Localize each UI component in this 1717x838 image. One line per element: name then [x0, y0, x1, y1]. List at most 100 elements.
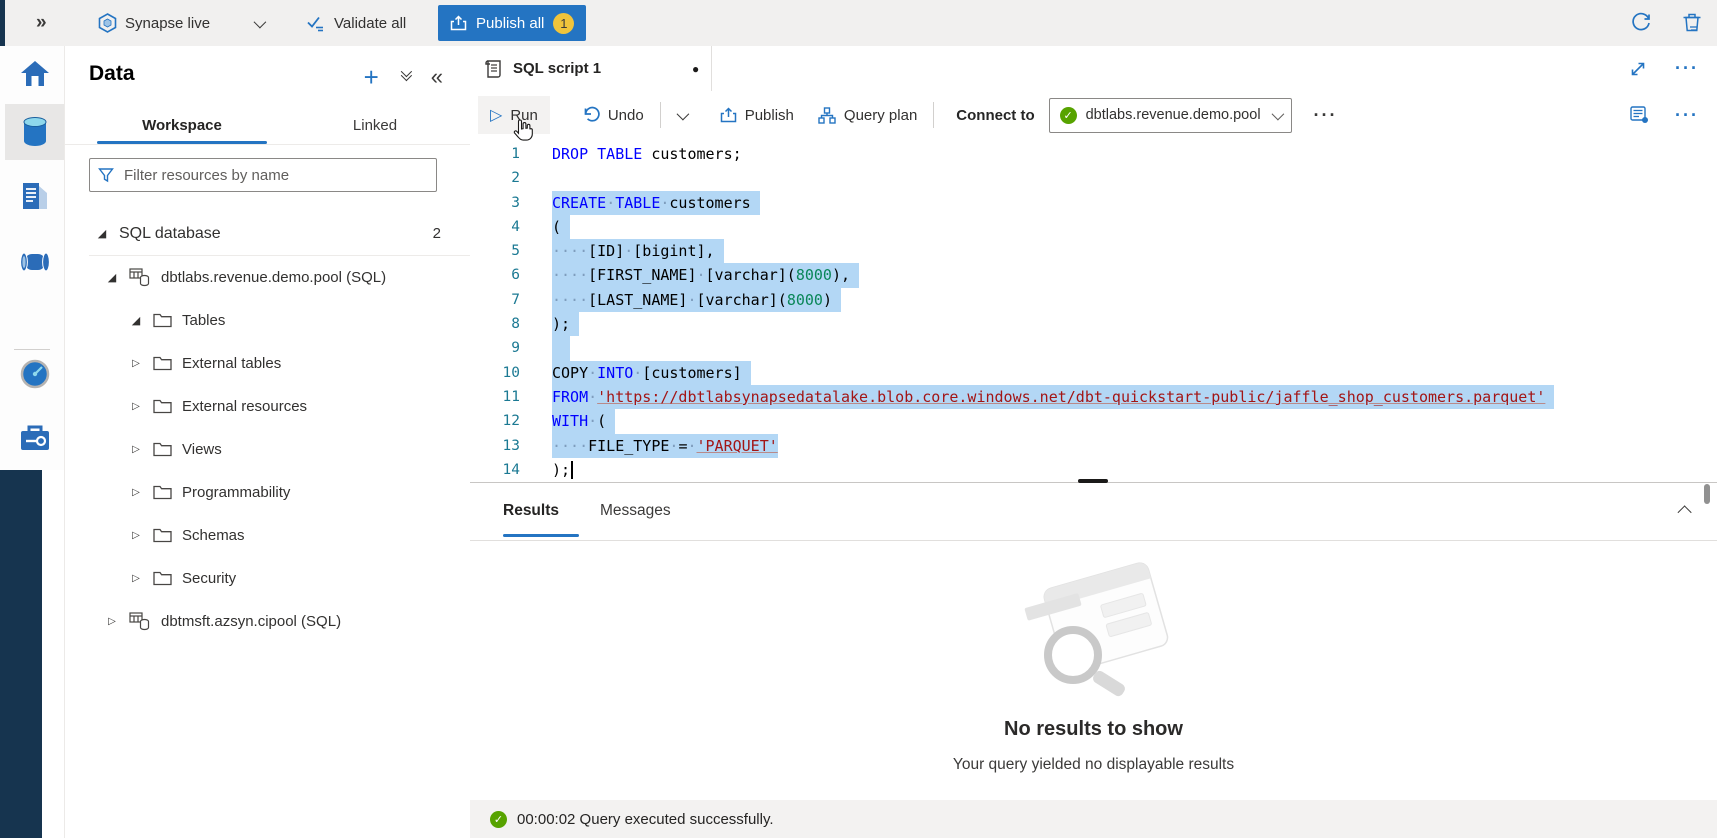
gauge-icon [19, 358, 51, 390]
tree-item-sql-database[interactable]: ◢ SQL database 2 [65, 212, 471, 255]
line-number[interactable]: 4 [470, 215, 520, 239]
expand-node-icon[interactable]: ▷ [129, 444, 143, 455]
code-line[interactable]: 1DROP TABLE customers; [470, 142, 1717, 166]
collapse-node-icon[interactable]: ◢ [129, 314, 143, 327]
code-line[interactable]: 11FROM·'https://dbtlabsynapsedatalake.bl… [470, 385, 1717, 409]
code-line[interactable]: 12WITH·( [470, 409, 1717, 433]
nav-monitor[interactable] [5, 346, 64, 402]
line-number[interactable]: 10 [470, 361, 520, 385]
expand-node-icon[interactable]: ▷ [129, 358, 143, 369]
code-line[interactable]: 5····[ID]·[bigint], [470, 239, 1717, 263]
query-plan-icon [818, 107, 836, 124]
tab-linked[interactable]: Linked [315, 106, 435, 144]
tab-workspace[interactable]: Workspace [97, 106, 267, 144]
tree-item-external-tables[interactable]: ▷ External tables [65, 342, 471, 385]
code-line[interactable]: 2 [470, 166, 1717, 190]
code-line[interactable]: 7····[LAST_NAME]·[varchar](8000) [470, 288, 1717, 312]
nav-home[interactable] [5, 46, 64, 102]
expand-editor-icon[interactable] [1629, 60, 1647, 78]
success-check-icon: ✓ [490, 811, 507, 828]
validate-check-icon [306, 14, 326, 32]
filter-input[interactable] [122, 166, 428, 185]
collapse-results-button[interactable] [1681, 503, 1691, 521]
tree-item-tables[interactable]: ◢ Tables [65, 299, 471, 342]
line-number[interactable]: 6 [470, 263, 520, 287]
code-line[interactable]: 3CREATE·TABLE·customers [470, 191, 1717, 215]
nav-data[interactable] [5, 104, 64, 160]
expand-node-icon[interactable]: ▷ [129, 487, 143, 498]
line-number[interactable]: 9 [470, 336, 520, 360]
nav-integrate[interactable] [5, 234, 64, 290]
refresh-button[interactable] [1630, 0, 1652, 46]
expand-node-icon[interactable]: ▷ [129, 530, 143, 541]
tree-item-pool-2[interactable]: ▷ dbtmsft.azsyn.cipool (SQL) [65, 600, 471, 643]
filter-box[interactable] [89, 158, 437, 192]
line-number[interactable]: 3 [470, 191, 520, 215]
tree-item-external-resources[interactable]: ▷ External resources [65, 385, 471, 428]
database-icon [20, 116, 50, 148]
mode-dropdown-chevron[interactable] [254, 0, 263, 46]
synapse-live-dropdown[interactable]: Synapse live [98, 0, 210, 46]
tree-item-schemas[interactable]: ▷ Schemas [65, 514, 471, 557]
no-results-empty-state: No results to show Your query yielded no… [470, 540, 1717, 800]
sql-script-icon [484, 59, 503, 79]
query-plan-button[interactable]: Query plan [806, 96, 929, 134]
data-explorer-panel: Data + « Workspace Linked ◢ SQL database… [64, 46, 472, 838]
publish-all-button[interactable]: Publish all 1 [438, 5, 586, 41]
nav-develop[interactable] [5, 170, 64, 226]
expand-node-icon[interactable]: ▷ [129, 573, 143, 584]
folder-icon [153, 442, 172, 457]
tree-item-security[interactable]: ▷ Security [65, 557, 471, 600]
line-number[interactable]: 11 [470, 385, 520, 409]
collapse-panel-button[interactable]: « [431, 64, 443, 90]
sql-pool-icon [129, 612, 151, 631]
expand-node-icon[interactable]: ▷ [129, 401, 143, 412]
code-line[interactable]: 4( [470, 215, 1717, 239]
tree-item-pool-1[interactable]: ◢ dbtlabs.revenue.demo.pool (SQL) [65, 256, 471, 299]
line-number[interactable]: 12 [470, 409, 520, 433]
expand-all-button[interactable] [401, 73, 409, 81]
folder-icon [153, 356, 172, 371]
connect-to-label: Connect to [938, 107, 1048, 124]
tree-label: External resources [182, 398, 307, 415]
tab-more-actions-icon[interactable]: ··· [1675, 58, 1699, 79]
line-number[interactable]: 13 [470, 434, 520, 458]
publish-button[interactable]: Publish [708, 96, 806, 134]
upload-icon [720, 107, 737, 124]
code-line[interactable]: 6····[FIRST_NAME]·[varchar](8000), [470, 263, 1717, 287]
editor-more-actions-icon[interactable]: ··· [1675, 105, 1699, 126]
undo-split-chevron[interactable] [665, 96, 698, 134]
code-line[interactable]: 13····FILE_TYPE·=·'PARQUET' [470, 434, 1717, 458]
sql-code-editor[interactable]: 1DROP TABLE customers;23CREATE·TABLE·cus… [470, 138, 1717, 480]
add-resource-button[interactable]: + [364, 67, 379, 87]
line-number[interactable]: 1 [470, 142, 520, 166]
line-number[interactable]: 14 [470, 458, 520, 482]
tab-sql-script-1[interactable]: SQL script 1 [470, 46, 712, 91]
collapse-node-icon[interactable]: ◢ [95, 227, 109, 240]
line-number[interactable]: 7 [470, 288, 520, 312]
code-line[interactable]: 10COPY·INTO·[customers] [470, 361, 1717, 385]
line-number[interactable]: 2 [470, 166, 520, 190]
tree-item-programmability[interactable]: ▷ Programmability [65, 471, 471, 514]
validate-all-button[interactable]: Validate all [306, 0, 406, 46]
expand-node-icon[interactable]: ▷ [105, 616, 119, 627]
expand-nav-button[interactable]: » [36, 0, 47, 46]
chevron-down-icon [1271, 107, 1284, 120]
discard-trash-button[interactable] [1682, 0, 1702, 46]
connect-to-pool-select[interactable]: ✓ dbtlabs.revenue.demo.pool [1049, 98, 1292, 133]
pool-name: dbtlabs.revenue.demo.pool [1086, 107, 1261, 123]
results-tab-bar: Results Messages [470, 483, 1717, 541]
tree-item-views[interactable]: ▷ Views [65, 428, 471, 471]
tab-messages[interactable]: Messages [600, 483, 671, 539]
properties-panel-icon[interactable] [1630, 106, 1649, 124]
line-number[interactable]: 5 [470, 239, 520, 263]
collapse-node-icon[interactable]: ◢ [105, 271, 119, 284]
undo-button[interactable]: Undo [570, 96, 656, 134]
nav-manage[interactable] [5, 410, 64, 466]
line-number[interactable]: 8 [470, 312, 520, 336]
toolbar-more-actions-icon[interactable]: ··· [1314, 105, 1338, 126]
undo-label: Undo [608, 107, 644, 124]
code-line[interactable]: 9 [470, 336, 1717, 360]
tab-results[interactable]: Results [503, 483, 559, 539]
code-line[interactable]: 8); [470, 312, 1717, 336]
